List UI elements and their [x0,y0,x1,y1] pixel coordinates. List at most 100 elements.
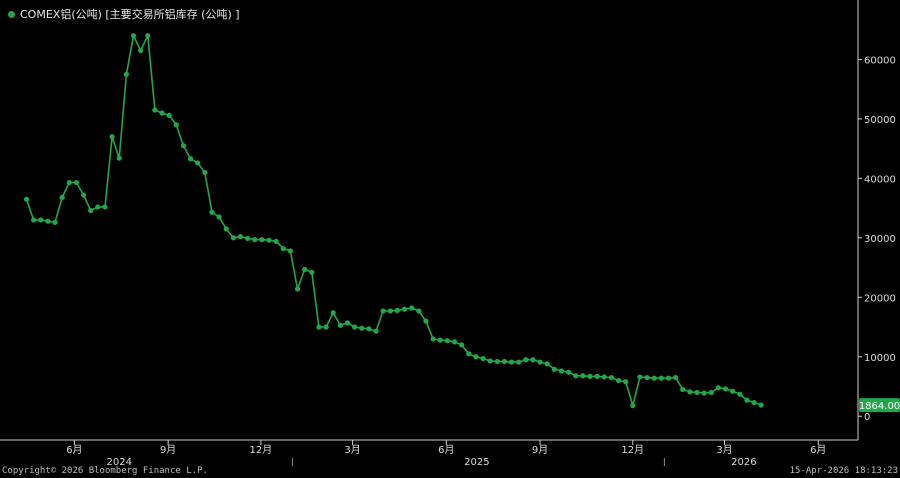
data-point [744,397,750,403]
data-point [380,308,386,314]
data-point [494,358,500,365]
y-tick-label: 0 [864,412,870,423]
data-point [66,179,72,186]
data-point [109,134,115,140]
data-point [608,374,615,381]
data-point [566,369,572,375]
data-point [387,308,393,314]
data-point [366,326,372,332]
data-point [573,373,579,379]
data-point [580,373,586,379]
data-point [316,324,322,330]
data-point [473,354,479,360]
data-point [302,266,308,272]
data-point [630,402,636,409]
data-point [623,379,629,385]
data-point [237,234,244,240]
data-point [672,374,679,381]
data-point [737,391,743,397]
data-point [508,359,515,365]
data-point [637,374,643,380]
year-label: 2025 [464,457,489,468]
y-tick-label: 40000 [864,174,896,185]
data-point [687,389,693,395]
data-point [658,375,664,381]
data-point [751,399,757,406]
data-point [530,357,536,363]
data-point [287,248,294,254]
data-point [180,143,187,149]
data-point [123,71,129,77]
data-point [444,338,450,344]
data-point [280,245,286,252]
data-point [551,366,557,372]
last-value-label: 1864.00 [859,401,900,412]
x-tick-label: 6月 [810,444,826,456]
data-point [523,357,529,363]
data-point [708,389,714,396]
data-point [330,310,336,316]
data-point [701,390,707,396]
data-point [138,47,144,54]
data-point [715,385,721,391]
y-tick-label: 20000 [864,293,896,304]
data-point [459,342,465,348]
data-point [730,388,736,394]
data-point [309,269,315,275]
data-point [587,373,593,379]
data-point [116,155,122,161]
data-point [73,179,80,186]
data-point [245,235,251,242]
data-point [644,374,650,381]
data-point [694,389,700,396]
data-point [95,204,101,210]
y-tick-label: 50000 [864,115,896,126]
copyright-text: Copyright© 2026 Bloomberg Finance L.P. [2,466,208,476]
data-point [344,320,351,326]
x-tick-label: 3月 [716,444,732,456]
data-point [615,377,622,384]
data-point [501,358,508,365]
data-point [266,237,272,243]
data-point [52,219,58,225]
data-point [166,112,172,118]
data-point [223,226,229,232]
data-point [651,375,657,381]
x-tick-label: 6月 [438,444,454,456]
year-label: 2026 [731,457,756,468]
data-point [202,169,208,176]
data-point [323,324,329,330]
data-point [195,160,201,166]
data-point [537,359,543,365]
x-tick-label: 3月 [344,444,360,456]
data-point [451,339,458,345]
data-point [273,238,279,245]
data-point [516,359,522,365]
x-tick-label: 9月 [160,444,176,456]
data-point [102,204,108,210]
data-point [187,156,194,162]
y-tick-label: 60000 [864,55,896,66]
series-line [25,32,762,409]
data-point [416,308,422,314]
data-point [409,305,415,311]
x-tick-label: 6月 [66,444,82,456]
data-point [230,235,236,241]
data-point [665,375,672,381]
data-point [437,337,443,343]
data-point [216,214,222,220]
data-point [758,402,764,408]
data-point [209,209,215,215]
data-point [337,322,343,328]
data-point [173,122,179,128]
y-tick-label: 30000 [864,234,896,245]
data-point [88,207,94,214]
data-point [45,218,51,224]
data-point [480,355,486,362]
data-point [352,324,358,330]
timestamp-text: 15-Apr-2026 18:13:23 [789,466,898,476]
data-point [722,386,729,392]
data-point [601,374,607,380]
data-point [430,336,436,342]
data-point [38,217,44,223]
